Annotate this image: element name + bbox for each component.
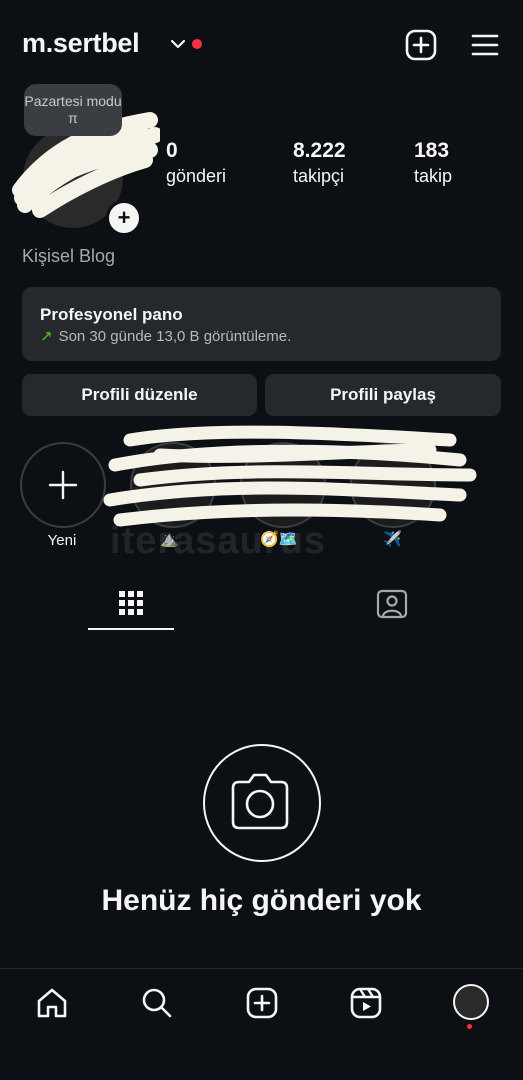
redaction-scribble xyxy=(100,420,480,540)
bio-category: Kişisel Blog xyxy=(22,246,116,266)
add-story-icon[interactable]: + xyxy=(106,200,142,236)
trend-up-icon: ↗ xyxy=(40,328,53,345)
nav-divider xyxy=(0,968,523,969)
active-tab-indicator xyxy=(88,628,174,630)
empty-state-title: Henüz hiç gönderi yok xyxy=(101,884,422,917)
search-icon[interactable] xyxy=(137,983,177,1023)
create-icon[interactable] xyxy=(242,983,282,1023)
highlight-emoji: ⛰️ xyxy=(160,531,179,548)
note-bubble[interactable]: Pazartesi modu π xyxy=(24,84,122,136)
menu-icon[interactable] xyxy=(467,27,503,63)
highlight-emoji: ✈️ xyxy=(383,531,402,548)
username-title[interactable]: m.sertbel xyxy=(22,28,140,59)
stat-value: 8.222 xyxy=(293,139,346,162)
edit-profile-button[interactable]: Profili düzenle xyxy=(22,374,257,416)
highlight-emoji: 🧭🗺️ xyxy=(260,531,298,548)
reels-icon[interactable] xyxy=(346,983,386,1023)
pro-dashboard-subtitle-text: Son 30 günde 13,0 B görüntüleme. xyxy=(58,328,292,345)
profile-avatar[interactable] xyxy=(453,984,489,1020)
stat-value: 183 xyxy=(414,139,450,162)
pro-dashboard-title: Profesyonel pano xyxy=(40,305,183,324)
stat-value: 0 xyxy=(166,139,178,162)
pro-dashboard-subtitle: ↗ Son 30 günde 13,0 B görüntüleme. xyxy=(40,327,291,345)
new-highlight-button[interactable] xyxy=(20,442,106,528)
grid-tab-icon[interactable] xyxy=(113,585,149,621)
stat-followers[interactable]: 8.222 takipçi xyxy=(293,138,346,188)
camera-icon xyxy=(203,744,321,862)
tagged-tab-icon[interactable] xyxy=(374,585,410,621)
notification-dot xyxy=(467,1024,472,1029)
plus-icon xyxy=(48,470,78,500)
stat-following[interactable]: 183 takip xyxy=(414,138,452,188)
create-icon[interactable] xyxy=(403,27,439,63)
new-highlight-label: Yeni xyxy=(47,532,77,549)
stat-posts[interactable]: 0 gönderi xyxy=(166,138,226,188)
stat-label: takip xyxy=(414,166,453,186)
home-icon[interactable] xyxy=(32,983,72,1023)
stat-label: gönderi xyxy=(166,166,227,186)
share-profile-button[interactable]: Profili paylaş xyxy=(265,374,501,416)
notification-dot xyxy=(192,39,202,49)
chevron-down-icon[interactable] xyxy=(170,36,186,52)
stat-label: takipçi xyxy=(293,166,345,186)
